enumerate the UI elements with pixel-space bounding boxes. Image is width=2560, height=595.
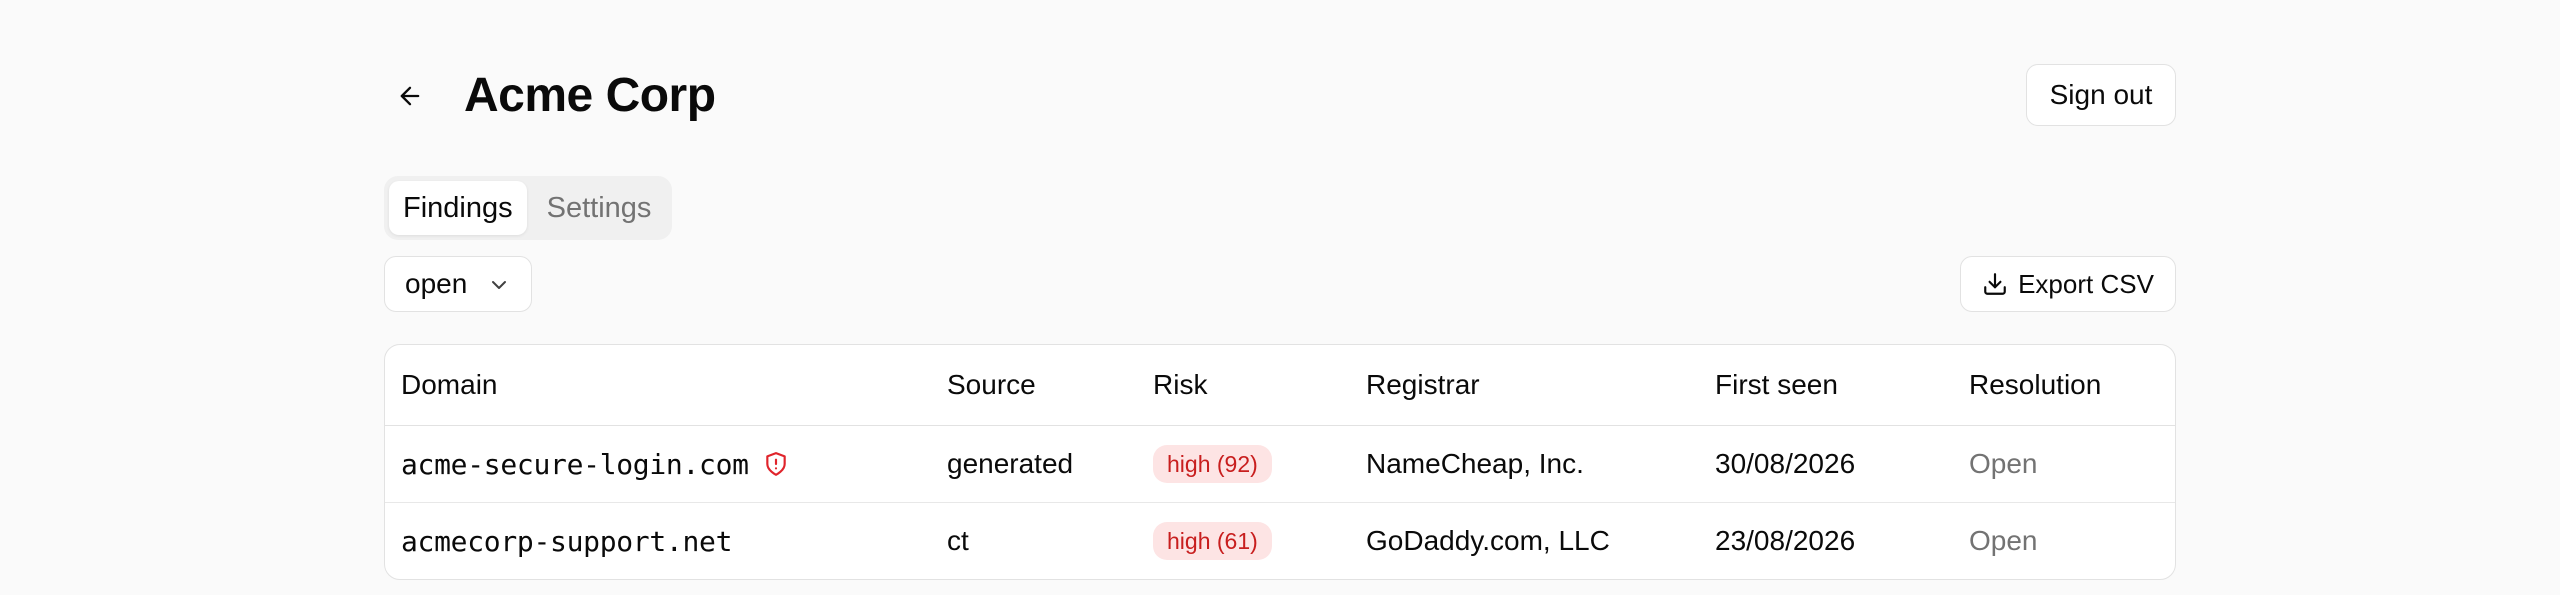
- risk-badge: high (61): [1153, 522, 1272, 560]
- shield-alert-icon: [765, 452, 786, 476]
- export-csv-label: Export CSV: [2018, 268, 2154, 299]
- domain-name: acmecorp-support.net: [401, 524, 733, 558]
- source-cell: generated: [931, 425, 1137, 503]
- domain-cell: acmecorp-support.net: [385, 503, 931, 580]
- domain-cell: acme-secure-login.com: [385, 425, 931, 503]
- table-row[interactable]: acmecorp-support.net ct high (61) GoDadd…: [385, 503, 2175, 580]
- registrar-cell: NameCheap, Inc.: [1350, 425, 1699, 503]
- status-filter-select[interactable]: open: [384, 256, 532, 312]
- column-header-resolution: Resolution: [1953, 345, 2175, 426]
- risk-cell: high (92): [1137, 425, 1350, 503]
- table-header-row: Domain Source Risk Registrar First seen …: [385, 345, 2175, 426]
- status-filter-value: open: [405, 268, 468, 299]
- column-header-source: Source: [931, 345, 1137, 426]
- risk-badge: high (92): [1153, 445, 1272, 483]
- arrow-left-icon: [400, 86, 420, 106]
- page-header: Acme Corp Sign out: [384, 64, 2176, 128]
- column-header-first-seen: First seen: [1699, 345, 1953, 426]
- first-seen-cell: 30/08/2026: [1699, 425, 1953, 503]
- source-cell: ct: [947, 525, 969, 556]
- risk-cell: high (61): [1137, 503, 1350, 580]
- table-row[interactable]: acme-secure-login.com generated high (92…: [385, 425, 2175, 503]
- download-icon: [1984, 273, 2006, 295]
- tab-list: Findings Settings: [384, 176, 672, 240]
- export-csv-button[interactable]: Export CSV: [1960, 256, 2176, 312]
- first-seen-cell: 23/08/2026: [1715, 525, 1856, 556]
- page: Acme Corp Sign out Findings Settings ope…: [0, 0, 2560, 595]
- sign-out-button[interactable]: Sign out: [2026, 64, 2176, 126]
- column-header-risk: Risk: [1137, 345, 1350, 426]
- resolution-cell[interactable]: Open: [1953, 503, 2175, 580]
- domain-name: acme-secure-login.com: [401, 447, 749, 481]
- back-button[interactable]: [384, 72, 436, 120]
- column-header-domain: Domain: [385, 345, 931, 426]
- registrar-cell: GoDaddy.com, LLC: [1366, 525, 1610, 556]
- column-header-registrar: Registrar: [1350, 345, 1699, 426]
- tab-findings[interactable]: Findings: [389, 181, 527, 235]
- resolution-cell[interactable]: Open: [1953, 425, 2175, 503]
- page-title: Acme Corp: [464, 69, 716, 122]
- findings-table: Domain Source Risk Registrar First seen …: [384, 344, 2176, 580]
- tab-settings[interactable]: Settings: [533, 181, 666, 235]
- chevron-down-icon: [492, 281, 506, 289]
